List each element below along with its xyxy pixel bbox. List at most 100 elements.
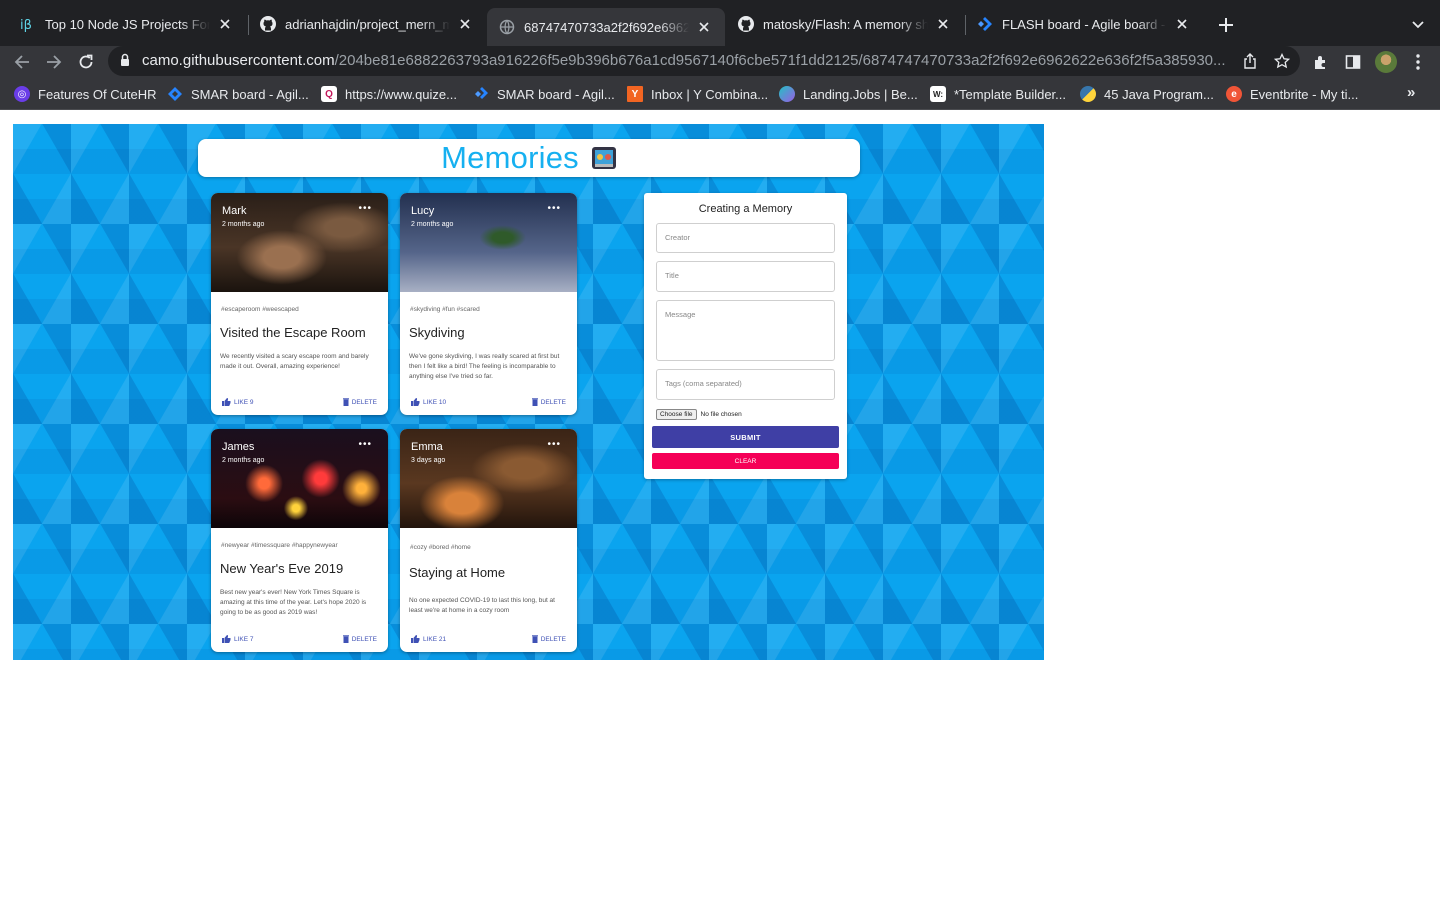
bookmark-label: https://www.quize... [345, 86, 457, 102]
jira-icon [977, 16, 993, 32]
bookmark-cutehr[interactable]: ◎ Features Of CuteHR [14, 85, 157, 103]
card-tags: #skydiving #fun #scared [410, 306, 480, 313]
url-text[interactable]: camo.githubusercontent.com/204be81e68822… [142, 52, 1232, 69]
trash-icon [531, 635, 538, 643]
new-tab-icon[interactable] [1214, 13, 1238, 37]
bookmark-template[interactable]: W: *Template Builder... [930, 85, 1066, 103]
card-timestamp: 2 months ago [222, 221, 265, 228]
tab-title: matosky/Flash: A memory shar [763, 16, 928, 32]
eventbrite-icon: e [1226, 86, 1242, 102]
card-title: Skydiving [409, 325, 465, 340]
jira-icon [167, 86, 183, 102]
reload-icon[interactable] [73, 49, 99, 75]
bookmark-smar-1[interactable]: SMAR board - Agil... [167, 85, 309, 103]
card-message: We recently visited a scary escape room … [220, 353, 369, 370]
close-icon[interactable] [456, 15, 474, 33]
card-title: New Year's Eve 2019 [220, 561, 344, 576]
star-icon[interactable] [1272, 51, 1292, 71]
trash-icon [342, 398, 349, 406]
bookmarks-overflow-icon[interactable]: » [1407, 84, 1415, 101]
url-host: camo.githubusercontent.com [142, 52, 335, 69]
memory-card[interactable]: James 2 months ago ••• #newyear #timessq… [211, 429, 388, 652]
bookmark-quize[interactable]: Qhttps://www.quize... [321, 85, 457, 103]
close-icon[interactable] [216, 15, 234, 33]
tab-title: Top 10 Node JS Projects For Be [45, 16, 210, 32]
bookmark-java[interactable]: 45 Java Program... [1080, 85, 1214, 103]
creator-field[interactable]: Creator [656, 223, 835, 253]
trash-icon [342, 635, 349, 643]
trash-icon [531, 398, 538, 406]
bookmarks-bar: ◎ Features Of CuteHR SMAR board - Agil...… [0, 78, 1440, 110]
ycombinator-icon: Y [627, 86, 643, 102]
address-bar[interactable]: camo.githubusercontent.com/204be81e68822… [108, 46, 1300, 76]
submit-button[interactable]: SUBMIT [652, 426, 839, 448]
thumb-up-icon [222, 635, 231, 643]
choose-file-button[interactable]: Choose file [656, 409, 697, 420]
delete-button[interactable]: DELETE [531, 398, 566, 406]
chevron-down-icon[interactable] [1406, 13, 1430, 37]
card-message: No one expected COVID-19 to last this lo… [409, 597, 555, 614]
tab-title: adrianhajdin/project_mern_mer [285, 16, 450, 32]
python-icon [1080, 86, 1096, 102]
more-horiz-icon[interactable]: ••• [358, 204, 372, 214]
profile-avatar[interactable] [1374, 50, 1398, 74]
create-memory-form: Creating a Memory Creator Title Message … [644, 193, 847, 479]
close-icon[interactable] [934, 15, 952, 33]
sidepanel-icon[interactable] [1341, 50, 1365, 74]
bookmark-label: Inbox | Y Combina... [651, 86, 769, 102]
card-message: Best new year's ever! New York Times Squ… [220, 589, 367, 616]
delete-button[interactable]: DELETE [342, 635, 377, 643]
clear-button[interactable]: CLEAR [652, 453, 839, 469]
bookmark-ycombinator[interactable]: Y Inbox | Y Combina... [627, 85, 768, 103]
card-author: Lucy [411, 205, 435, 217]
close-icon[interactable] [695, 18, 713, 36]
card-tags: #cozy #bored #home [410, 544, 471, 551]
thumb-up-icon [411, 635, 420, 643]
like-button[interactable]: LIKE 10 [411, 398, 446, 406]
memory-card[interactable]: Mark 2 months ago ••• #escaperoom #weesc… [211, 193, 388, 415]
more-horiz-icon[interactable]: ••• [358, 440, 372, 450]
github-icon [260, 16, 276, 32]
like-button[interactable]: LIKE 21 [411, 635, 446, 643]
more-horiz-icon[interactable]: ••• [547, 204, 561, 214]
memory-image: Mark 2 months ago ••• [211, 193, 388, 292]
delete-button[interactable]: DELETE [342, 398, 377, 406]
bookmark-eventbrite[interactable]: e Eventbrite - My ti... [1226, 85, 1358, 103]
bookmark-label: SMAR board - Agil... [191, 86, 309, 102]
bookmark-smar-2[interactable]: SMAR board - Agil... [473, 85, 615, 103]
app-header: Memories [198, 139, 860, 177]
extensions-icon[interactable] [1309, 50, 1333, 74]
kebab-menu-icon[interactable] [1406, 50, 1430, 74]
tab-active-image[interactable]: 68747470733a2f2f692e69626 [487, 8, 725, 46]
tab-github-flash[interactable]: matosky/Flash: A memory shar [726, 6, 964, 42]
tab-github-mern[interactable]: adrianhajdin/project_mern_mer [248, 6, 486, 42]
more-horiz-icon[interactable]: ••• [547, 440, 561, 450]
tab-title: 68747470733a2f2f692e69626 [524, 19, 689, 35]
bookmark-landingjobs[interactable]: Landing.Jobs | Be... [779, 85, 918, 103]
tags-field[interactable]: Tags (coma separated) [656, 369, 835, 400]
tab-node-projects[interactable]: iβ Top 10 Node JS Projects For Be [8, 6, 246, 42]
bookmark-label: Eventbrite - My ti... [1250, 86, 1359, 102]
memory-image: Lucy 2 months ago ••• [400, 193, 577, 292]
close-icon[interactable] [1173, 15, 1191, 33]
like-button[interactable]: LIKE 7 [222, 635, 254, 643]
memories-screenshot: Memories Mark 2 months ago ••• #escapero… [13, 124, 1044, 660]
memory-card[interactable]: Emma 3 days ago ••• #cozy #bored #home S… [400, 429, 577, 652]
memory-image: Emma 3 days ago ••• [400, 429, 577, 528]
tab-strip: iβ Top 10 Node JS Projects For Be adrian… [0, 0, 1440, 46]
card-message: We've gone skydiving, I was really scare… [409, 353, 560, 380]
file-input[interactable]: Choose file No file chosen [656, 409, 742, 420]
message-field[interactable]: Message [656, 300, 835, 361]
lock-icon [120, 53, 130, 72]
forward-arrow-icon[interactable] [41, 49, 67, 75]
like-button[interactable]: LIKE 9 [222, 398, 254, 406]
share-icon[interactable] [1240, 51, 1260, 71]
title-field[interactable]: Title [656, 261, 835, 292]
delete-button[interactable]: DELETE [531, 635, 566, 643]
bookmark-label: *Template Builder... [954, 86, 1067, 102]
tab-jira-flash[interactable]: FLASH board - Agile board - Ji [965, 6, 1203, 42]
card-author: Emma [411, 441, 443, 453]
card-timestamp: 2 months ago [411, 221, 454, 228]
back-arrow-icon[interactable] [9, 49, 35, 75]
memory-card[interactable]: Lucy 2 months ago ••• #skydiving #fun #s… [400, 193, 577, 415]
